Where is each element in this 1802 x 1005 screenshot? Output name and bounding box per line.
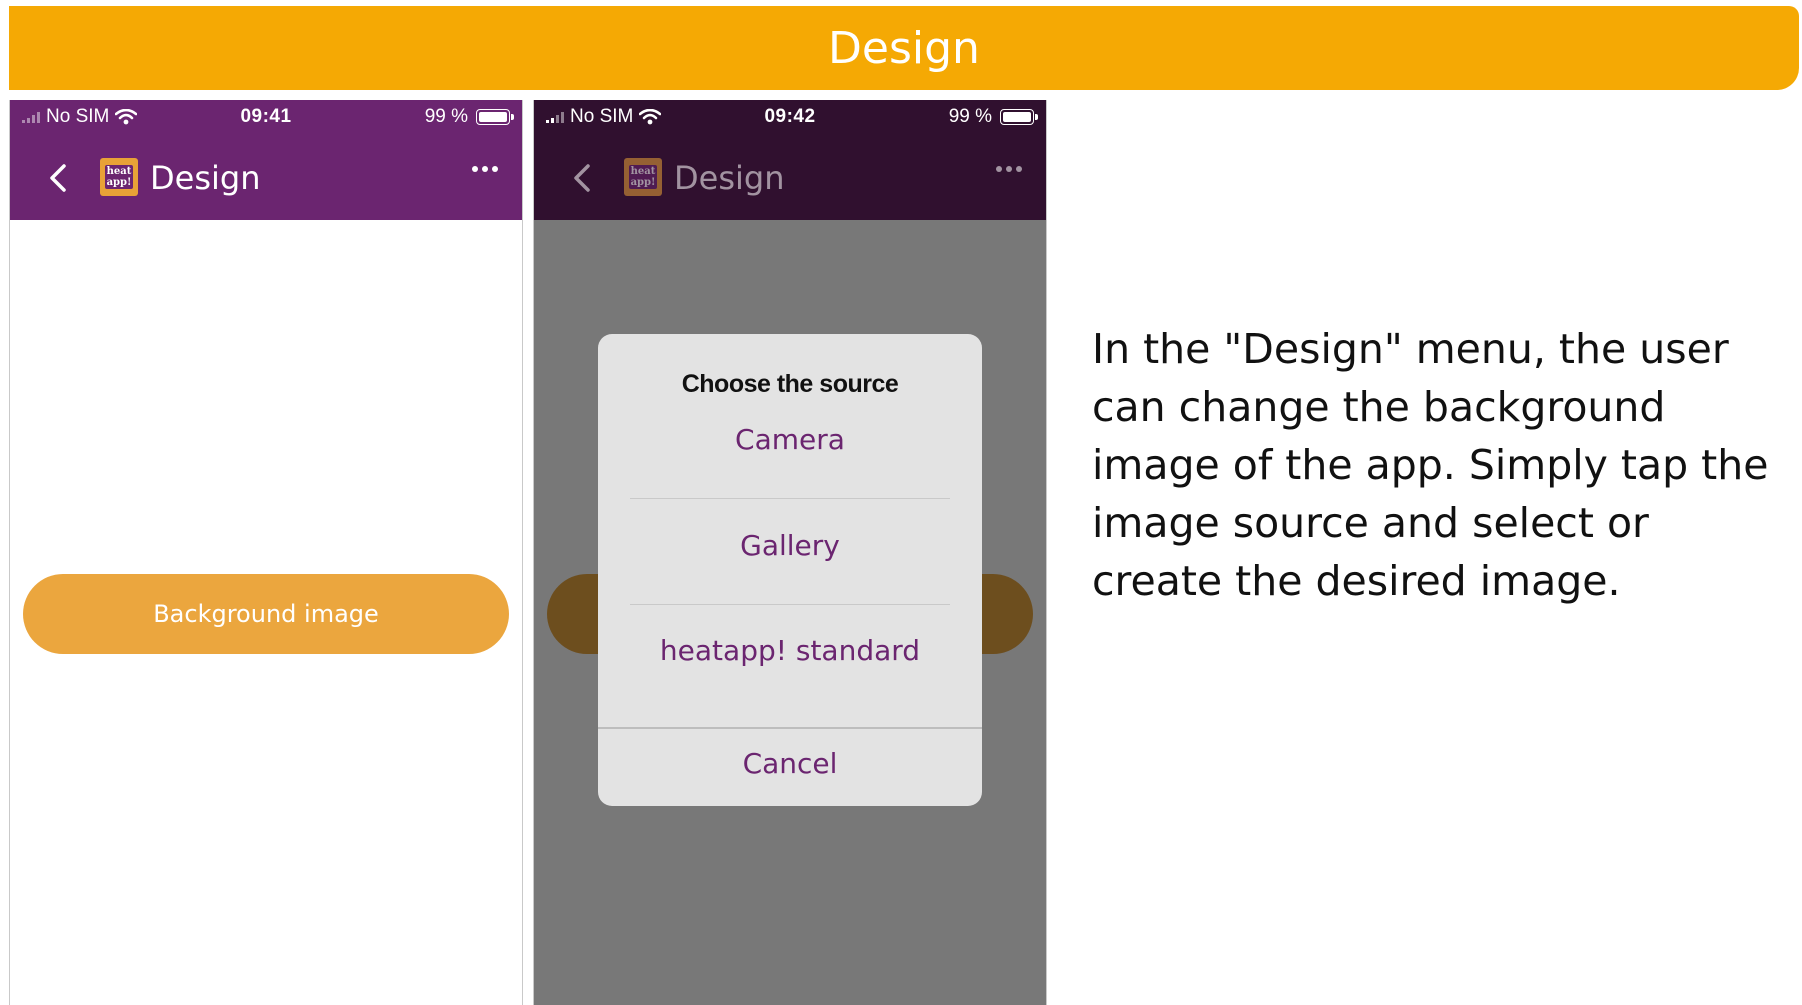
option-heatapp-standard[interactable]: heatapp! standard [598, 621, 982, 681]
battery-percent: 99 % [948, 106, 992, 127]
battery-percent: 99 % [424, 106, 468, 127]
background-image-button[interactable]: Background image [23, 574, 509, 654]
choose-source-dialog: Choose the source Camera Gallery heatapp… [598, 334, 982, 806]
app-header: No SIM 09:41 99 % heat app! Design [10, 100, 522, 220]
phone-screenshot-design: No SIM 09:41 99 % heat app! Design Backg… [9, 100, 523, 1005]
battery-icon [476, 109, 514, 125]
nav-bar: heat app! Design [10, 144, 522, 208]
divider [630, 604, 950, 605]
back-chevron-icon[interactable] [40, 158, 80, 198]
cancel-button[interactable]: Cancel [598, 734, 982, 794]
back-chevron-icon[interactable] [564, 158, 604, 198]
option-camera[interactable]: Camera [598, 410, 982, 470]
option-gallery[interactable]: Gallery [598, 516, 982, 576]
more-icon[interactable] [996, 166, 1022, 172]
phone-screenshot-source-dialog: No SIM 09:42 99 % heat app! Design Choos… [533, 100, 1047, 1005]
heatapp-logo-icon: heat app! [624, 158, 662, 196]
divider [630, 498, 950, 499]
nav-title: Design [674, 159, 785, 197]
page-banner: Design [9, 6, 1799, 90]
app-header: No SIM 09:42 99 % heat app! Design [534, 100, 1046, 220]
dialog-title: Choose the source [681, 370, 899, 398]
status-bar: No SIM 09:42 99 % [534, 100, 1046, 134]
status-bar: No SIM 09:41 99 % [10, 100, 522, 134]
description-text: In the "Design" menu, the user can chang… [1092, 325, 1769, 605]
divider [598, 727, 982, 729]
heatapp-logo-icon: heat app! [100, 158, 138, 196]
battery-icon [1000, 109, 1038, 125]
nav-title: Design [150, 159, 261, 197]
nav-bar: heat app! Design [534, 144, 1046, 208]
more-icon[interactable] [472, 166, 498, 172]
